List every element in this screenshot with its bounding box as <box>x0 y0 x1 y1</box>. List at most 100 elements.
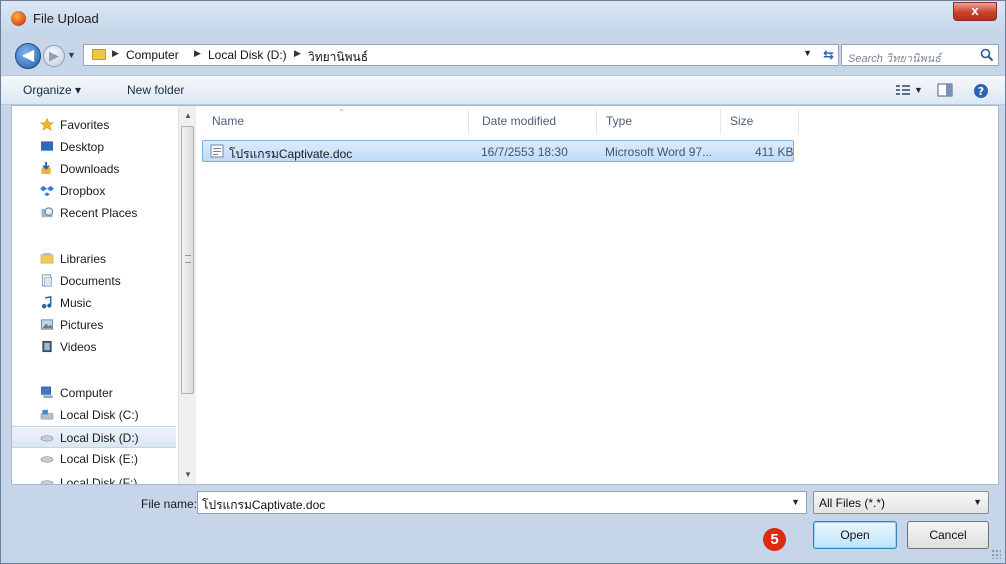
nav-label: Desktop <box>60 140 105 154</box>
libraries-icon <box>40 252 54 264</box>
grip-icon <box>185 255 191 263</box>
file-type-filter-value: All Files (*.*) <box>819 496 886 510</box>
breadcrumb-current-folder[interactable]: วิทยานิพนธ์ <box>308 48 368 67</box>
sidebar-item-dropbox[interactable]: Dropbox <box>12 180 176 202</box>
view-options-icon[interactable] <box>895 83 911 97</box>
arrow-left-icon: ◀ <box>21 47 35 64</box>
open-button[interactable]: Open <box>813 521 897 549</box>
navigation-scrollbar[interactable]: ▲ ▼ <box>178 106 196 484</box>
scroll-down-icon[interactable]: ▼ <box>184 470 192 479</box>
nav-label: Local Disk (E:) <box>60 452 139 466</box>
chevron-down-icon[interactable]: ▼ <box>973 497 982 507</box>
chevron-right-icon: ▶ <box>294 48 301 58</box>
videos-icon <box>42 340 52 353</box>
nav-label: Downloads <box>60 162 120 176</box>
file-name-value: โปรแกรมCaptivate.doc <box>202 498 326 512</box>
nav-label: Local Disk (F:) <box>60 476 138 484</box>
nav-label: Recent Places <box>60 206 138 220</box>
chevron-down-icon[interactable]: ▼ <box>791 497 800 507</box>
breadcrumb-computer[interactable]: Computer <box>126 48 179 62</box>
window-title: File Upload <box>33 11 99 26</box>
dropbox-icon <box>40 185 54 197</box>
column-header-size[interactable]: Size <box>730 114 753 128</box>
address-bar[interactable]: ▶ Computer ▶ Local Disk (D:) ▶ วิทยานิพน… <box>83 44 839 66</box>
help-icon[interactable]: ? <box>973 83 989 99</box>
sidebar-item-videos[interactable]: Videos <box>12 336 176 358</box>
scrollbar-thumb[interactable] <box>181 126 194 394</box>
breadcrumb-local-disk-d[interactable]: Local Disk (D:) <box>208 48 287 62</box>
nav-label: Local Disk (C:) <box>60 408 139 422</box>
forward-button[interactable]: ▶ <box>43 45 65 67</box>
sidebar-item-desktop[interactable]: Desktop <box>12 136 176 158</box>
file-list: Name ⌃ Date modified Type Size โปรแกรมCa… <box>198 106 998 484</box>
sidebar-item-downloads[interactable]: Downloads <box>12 158 176 180</box>
search-placeholder: Search วิทยานิพนธ์ <box>848 53 941 65</box>
desktop-icon <box>40 141 54 151</box>
nav-group-computer[interactable]: Computer <box>12 382 176 404</box>
resize-grip-icon[interactable] <box>991 549 1001 559</box>
scroll-up-icon[interactable]: ▲ <box>184 111 192 120</box>
organize-menu[interactable]: Organize ▾ <box>23 83 81 97</box>
nav-label: Pictures <box>60 318 104 332</box>
file-date-modified: 16/7/2553 18:30 <box>481 145 568 159</box>
chevron-down-icon[interactable]: ▼ <box>803 48 812 58</box>
command-toolbar: Organize ▾ New folder ▼ ? <box>1 75 1005 105</box>
column-divider[interactable] <box>798 108 799 134</box>
sidebar-item-local-disk-c[interactable]: Local Disk (C:) <box>12 404 176 426</box>
nav-label: Favorites <box>60 118 110 132</box>
nav-label: Computer <box>60 386 113 400</box>
column-divider[interactable] <box>596 108 597 134</box>
folder-icon <box>92 49 106 60</box>
word-document-icon <box>210 144 224 158</box>
navigation-pane: Favorites Desktop Downloads Dropbox Rece… <box>12 106 176 484</box>
nav-group-favorites[interactable]: Favorites <box>12 114 176 136</box>
back-button[interactable]: ◀ <box>15 43 41 69</box>
column-header-name[interactable]: Name <box>212 114 244 128</box>
nav-group-libraries[interactable]: Libraries <box>12 248 176 270</box>
file-size: 411 KB <box>755 145 794 159</box>
file-type-filter[interactable]: All Files (*.*) ▼ <box>813 491 989 514</box>
sidebar-item-local-disk-e[interactable]: Local Disk (E:) <box>12 448 176 470</box>
drive-icon <box>40 480 54 484</box>
nav-label: Local Disk (D:) <box>60 431 139 445</box>
nav-label: Libraries <box>60 252 107 266</box>
file-name-field[interactable]: โปรแกรมCaptivate.doc ▼ <box>197 491 807 514</box>
column-divider[interactable] <box>468 108 469 134</box>
computer-icon <box>41 386 53 399</box>
drive-icon <box>40 456 54 463</box>
step-number-badge: 5 <box>763 528 786 551</box>
sidebar-item-local-disk-f[interactable]: Local Disk (F:) <box>12 472 176 484</box>
file-name-label: File name: <box>141 497 198 511</box>
chevron-right-icon: ▶ <box>112 48 119 58</box>
pictures-icon <box>40 319 54 330</box>
address-row: ◀ ▶ ▼ ▶ Computer ▶ Local Disk (D:) ▶ วิท… <box>1 35 1005 75</box>
star-icon <box>40 118 54 131</box>
new-folder-button[interactable]: New folder <box>127 83 184 97</box>
close-button[interactable]: x <box>953 2 997 21</box>
search-input[interactable]: Search วิทยานิพนธ์ <box>841 44 999 66</box>
recent-places-icon <box>41 207 54 218</box>
refresh-icon[interactable]: ⇆ <box>823 47 834 63</box>
sidebar-item-recent-places[interactable]: Recent Places <box>12 202 176 224</box>
table-row[interactable]: โปรแกรมCaptivate.doc 16/7/2553 18:30 Mic… <box>202 140 794 162</box>
recent-locations-dropdown[interactable]: ▼ <box>67 47 79 63</box>
preview-pane-icon[interactable] <box>937 83 953 97</box>
column-divider[interactable] <box>720 108 721 134</box>
chevron-down-icon[interactable]: ▼ <box>914 85 923 95</box>
file-upload-dialog: File Upload x ◀ ▶ ▼ ▶ Computer ▶ Local D… <box>0 0 1006 564</box>
browser-content: Favorites Desktop Downloads Dropbox Rece… <box>11 105 999 485</box>
drive-icon <box>40 435 54 442</box>
column-header-type[interactable]: Type <box>606 114 632 128</box>
downloads-icon <box>41 162 51 175</box>
sidebar-item-pictures[interactable]: Pictures <box>12 314 176 336</box>
column-header-date-modified[interactable]: Date modified <box>482 114 556 128</box>
sidebar-item-music[interactable]: Music <box>12 292 176 314</box>
sidebar-item-local-disk-d[interactable]: Local Disk (D:) <box>12 426 176 448</box>
sidebar-item-documents[interactable]: Documents <box>12 270 176 292</box>
music-icon <box>41 296 52 309</box>
arrow-right-icon: ▶ <box>49 48 59 63</box>
search-icon[interactable] <box>980 48 994 62</box>
file-name: โปรแกรมCaptivate.doc <box>229 147 353 161</box>
cancel-button[interactable]: Cancel <box>907 521 989 549</box>
system-drive-icon <box>40 409 54 420</box>
